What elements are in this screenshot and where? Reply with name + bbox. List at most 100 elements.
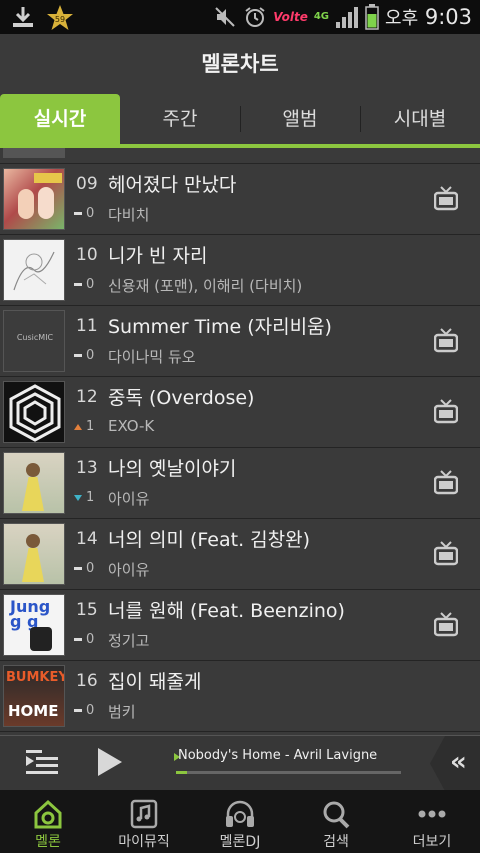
music-video-icon[interactable] <box>434 540 458 566</box>
nav-label: 멜론DJ <box>219 834 261 850</box>
volte-label: Volte <box>273 10 308 24</box>
network-type-label: 4G <box>313 11 330 22</box>
chart-tabs: 실시간 주간 앨범 시대별 <box>0 94 480 144</box>
artist-name: 아이유 <box>108 561 150 579</box>
album-thumbnail <box>3 452 65 514</box>
song-title: 집이 돼줄게 <box>108 671 202 693</box>
rank-change: 0 <box>74 206 94 221</box>
album-thumbnail: CusicMIC <box>3 310 65 372</box>
list-item[interactable]: BUMKEY HOME 16 집이 돼줄게 0 범키 <box>0 662 480 732</box>
nav-melon[interactable]: 멜론 <box>0 790 96 853</box>
album-thumbnail: Jung g g <box>3 594 65 656</box>
no-change-icon <box>74 567 82 570</box>
mini-player[interactable]: Nobody's Home - Avril Lavigne « <box>0 735 480 791</box>
artist-name: 신용재 (포맨), 이해리 (다비치) <box>108 277 303 295</box>
rank-number: 13 <box>76 458 98 478</box>
star-badge-icon: 59 <box>47 5 73 30</box>
rank-number: 16 <box>76 671 98 691</box>
rank-change: 0 <box>74 277 94 292</box>
nav-search[interactable]: 검색 <box>288 790 384 853</box>
list-item[interactable]: 12 중독 (Overdose) 1 EXO-K <box>0 378 480 448</box>
double-chevron-left-icon: « <box>450 747 467 777</box>
no-change-icon <box>74 638 82 641</box>
rank-change: 0 <box>74 703 94 718</box>
list-item[interactable]: Jung g g 15 너를 원해 (Feat. Beenzino) 0 정기고 <box>0 591 480 661</box>
notification-badge: 59 <box>55 15 65 24</box>
app-header: 멜론차트 <box>0 34 480 94</box>
alarm-icon <box>245 7 265 27</box>
tab-album[interactable]: 앨범 <box>240 94 360 144</box>
album-thumbnail <box>3 239 65 301</box>
bottom-navigation: 멜론 마이뮤직 멜론DJ 검색 더보기 <box>0 790 480 853</box>
chart-list[interactable]: 09 헤어졌다 만났다 0 다비치 10 니가 빈 자리 0 신용재 (포맨),… <box>0 148 480 790</box>
rank-number: 09 <box>76 174 98 194</box>
album-thumbnail <box>3 168 65 230</box>
artist-name: 다비치 <box>108 206 150 224</box>
artist-name: EXO-K <box>108 417 155 435</box>
artist-name: 범키 <box>108 703 136 721</box>
rank-change: 0 <box>74 561 94 576</box>
song-title: 니가 빈 자리 <box>108 245 208 267</box>
status-bar: 59 Volte 4G 오후 9:03 <box>0 0 480 34</box>
playlist-icon[interactable] <box>26 748 58 778</box>
artist-name: 다이나믹 듀오 <box>108 348 196 366</box>
nav-more[interactable]: 더보기 <box>384 790 480 853</box>
download-icon <box>13 7 33 27</box>
rank-change: 1 <box>74 419 94 434</box>
song-title: Summer Time (자리비움) <box>108 316 332 338</box>
collapse-player-button[interactable]: « <box>430 736 480 791</box>
artist-name: 정기고 <box>108 632 150 650</box>
rank-number: 14 <box>76 529 98 549</box>
song-title: 너의 의미 (Feat. 김창완) <box>108 529 311 551</box>
music-video-icon[interactable] <box>434 398 458 424</box>
playback-progress-fill <box>176 771 188 774</box>
music-video-icon[interactable] <box>434 185 458 211</box>
music-video-icon[interactable] <box>434 327 458 353</box>
my-music-icon <box>130 799 158 829</box>
rank-number: 11 <box>76 316 98 336</box>
list-item[interactable] <box>0 148 480 164</box>
dj-headphones-icon <box>226 800 254 827</box>
battery-icon <box>365 4 379 30</box>
rank-change: 0 <box>74 348 94 363</box>
nav-melon-dj[interactable]: 멜론DJ <box>192 790 288 853</box>
more-icon <box>418 810 446 818</box>
now-playing-title: Nobody's Home - Avril Lavigne <box>178 748 378 763</box>
list-item[interactable]: 10 니가 빈 자리 0 신용재 (포맨), 이해리 (다비치) <box>0 236 480 306</box>
nav-label: 마이뮤직 <box>118 834 170 850</box>
mute-icon <box>215 7 235 27</box>
search-icon <box>323 801 350 829</box>
rank-down-icon <box>74 494 82 501</box>
list-item[interactable]: 13 나의 옛날이야기 1 아이유 <box>0 449 480 519</box>
list-item[interactable]: 14 너의 의미 (Feat. 김창완) 0 아이유 <box>0 520 480 590</box>
playback-progress-bar[interactable] <box>176 771 401 774</box>
status-time: 오후 9:03 <box>385 5 472 29</box>
song-title: 중독 (Overdose) <box>108 387 255 409</box>
nav-my-music[interactable]: 마이뮤직 <box>96 790 192 853</box>
list-item[interactable]: CusicMIC 11 Summer Time (자리비움) 0 다이나믹 듀오 <box>0 307 480 377</box>
artist-name: 아이유 <box>108 490 150 508</box>
song-title: 나의 옛날이야기 <box>108 458 237 480</box>
no-change-icon <box>74 212 82 215</box>
nav-label: 더보기 <box>412 834 452 850</box>
no-change-icon <box>74 354 82 357</box>
rank-change: 1 <box>74 490 94 505</box>
music-video-icon[interactable] <box>434 611 458 637</box>
rank-number: 12 <box>76 387 98 407</box>
song-title: 헤어졌다 만났다 <box>108 174 237 196</box>
list-item[interactable]: 09 헤어졌다 만났다 0 다비치 <box>0 165 480 235</box>
play-button[interactable] <box>98 748 122 776</box>
album-thumbnail <box>3 381 65 443</box>
no-change-icon <box>74 709 82 712</box>
album-thumbnail <box>3 148 65 158</box>
tab-weekly[interactable]: 주간 <box>120 94 240 144</box>
signal-icon <box>336 7 359 28</box>
music-video-icon[interactable] <box>434 469 458 495</box>
song-title: 너를 원해 (Feat. Beenzino) <box>108 600 345 622</box>
rank-number: 10 <box>76 245 98 265</box>
tab-realtime[interactable]: 실시간 <box>0 94 120 144</box>
page-title: 멜론차트 <box>201 52 279 76</box>
tab-era[interactable]: 시대별 <box>360 94 480 144</box>
rank-up-icon <box>74 423 82 430</box>
rank-number: 15 <box>76 600 98 620</box>
